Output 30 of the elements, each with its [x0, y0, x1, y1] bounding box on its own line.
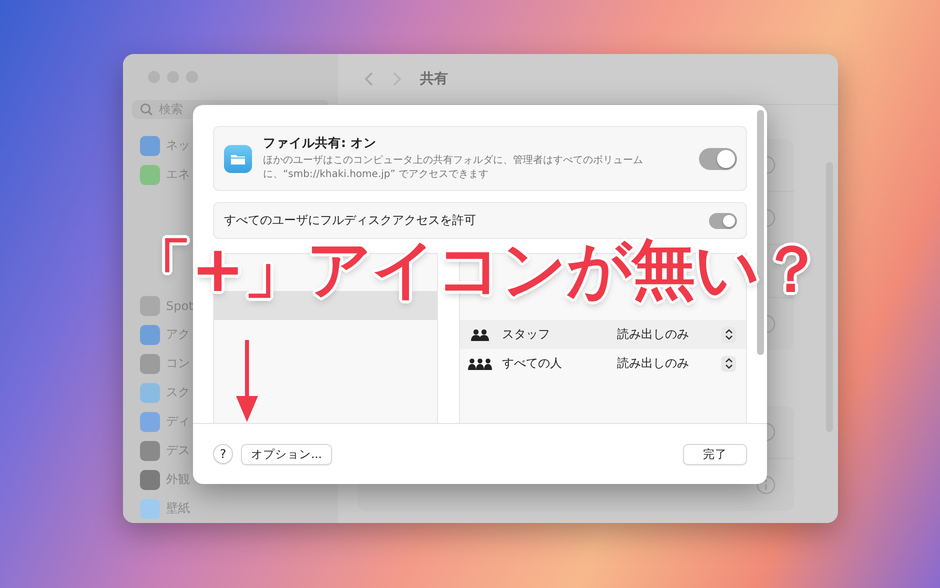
group-icon [470, 328, 490, 340]
stepper-icon[interactable] [721, 326, 736, 342]
back-icon[interactable] [364, 71, 374, 87]
setting-label: すべてのユーザにフルディスクアクセスを許可 [224, 212, 476, 229]
sidebar-item[interactable]: デス [132, 436, 190, 465]
sidebar-item[interactable]: 壁紙 [132, 494, 190, 523]
toggle-switch[interactable] [709, 212, 737, 228]
help-button[interactable]: ? [213, 444, 233, 464]
scrollbar[interactable] [757, 110, 764, 355]
stepper-icon[interactable] [721, 356, 736, 372]
sidebar-item[interactable]: コン [132, 349, 190, 378]
sidebar-item[interactable]: アク [132, 320, 190, 349]
search-icon [140, 102, 153, 116]
done-button[interactable]: 完了 [683, 444, 747, 464]
sidebar-item[interactable]: 外観 [132, 465, 190, 494]
toggle-switch[interactable] [699, 148, 737, 170]
folder-icon [224, 144, 252, 172]
sidebar-item[interactable]: ネッ [132, 131, 190, 160]
sidebar-item[interactable]: ディ [132, 407, 190, 436]
permission-value[interactable]: 読み出しのみ [617, 355, 713, 372]
user-name: スタッフ [502, 326, 551, 343]
sidebar-item[interactable]: スク [132, 378, 190, 407]
permission-value[interactable]: 読み出しのみ [617, 326, 713, 343]
setting-title: ファイル共有: オン [263, 135, 378, 152]
setting-description: ほかのユーザはこのコンピュータ上の共有フォルダに、管理者はすべてのボリュームに、“smb://khaki.home.jp” でアクセスできます [263, 154, 644, 182]
user-name: すべての人 [502, 355, 563, 372]
window-title: 共有 [420, 70, 448, 88]
people-icon [467, 358, 493, 370]
sidebar-item[interactable]: エネ [132, 160, 190, 189]
options-button[interactable]: オプション... [241, 444, 332, 464]
